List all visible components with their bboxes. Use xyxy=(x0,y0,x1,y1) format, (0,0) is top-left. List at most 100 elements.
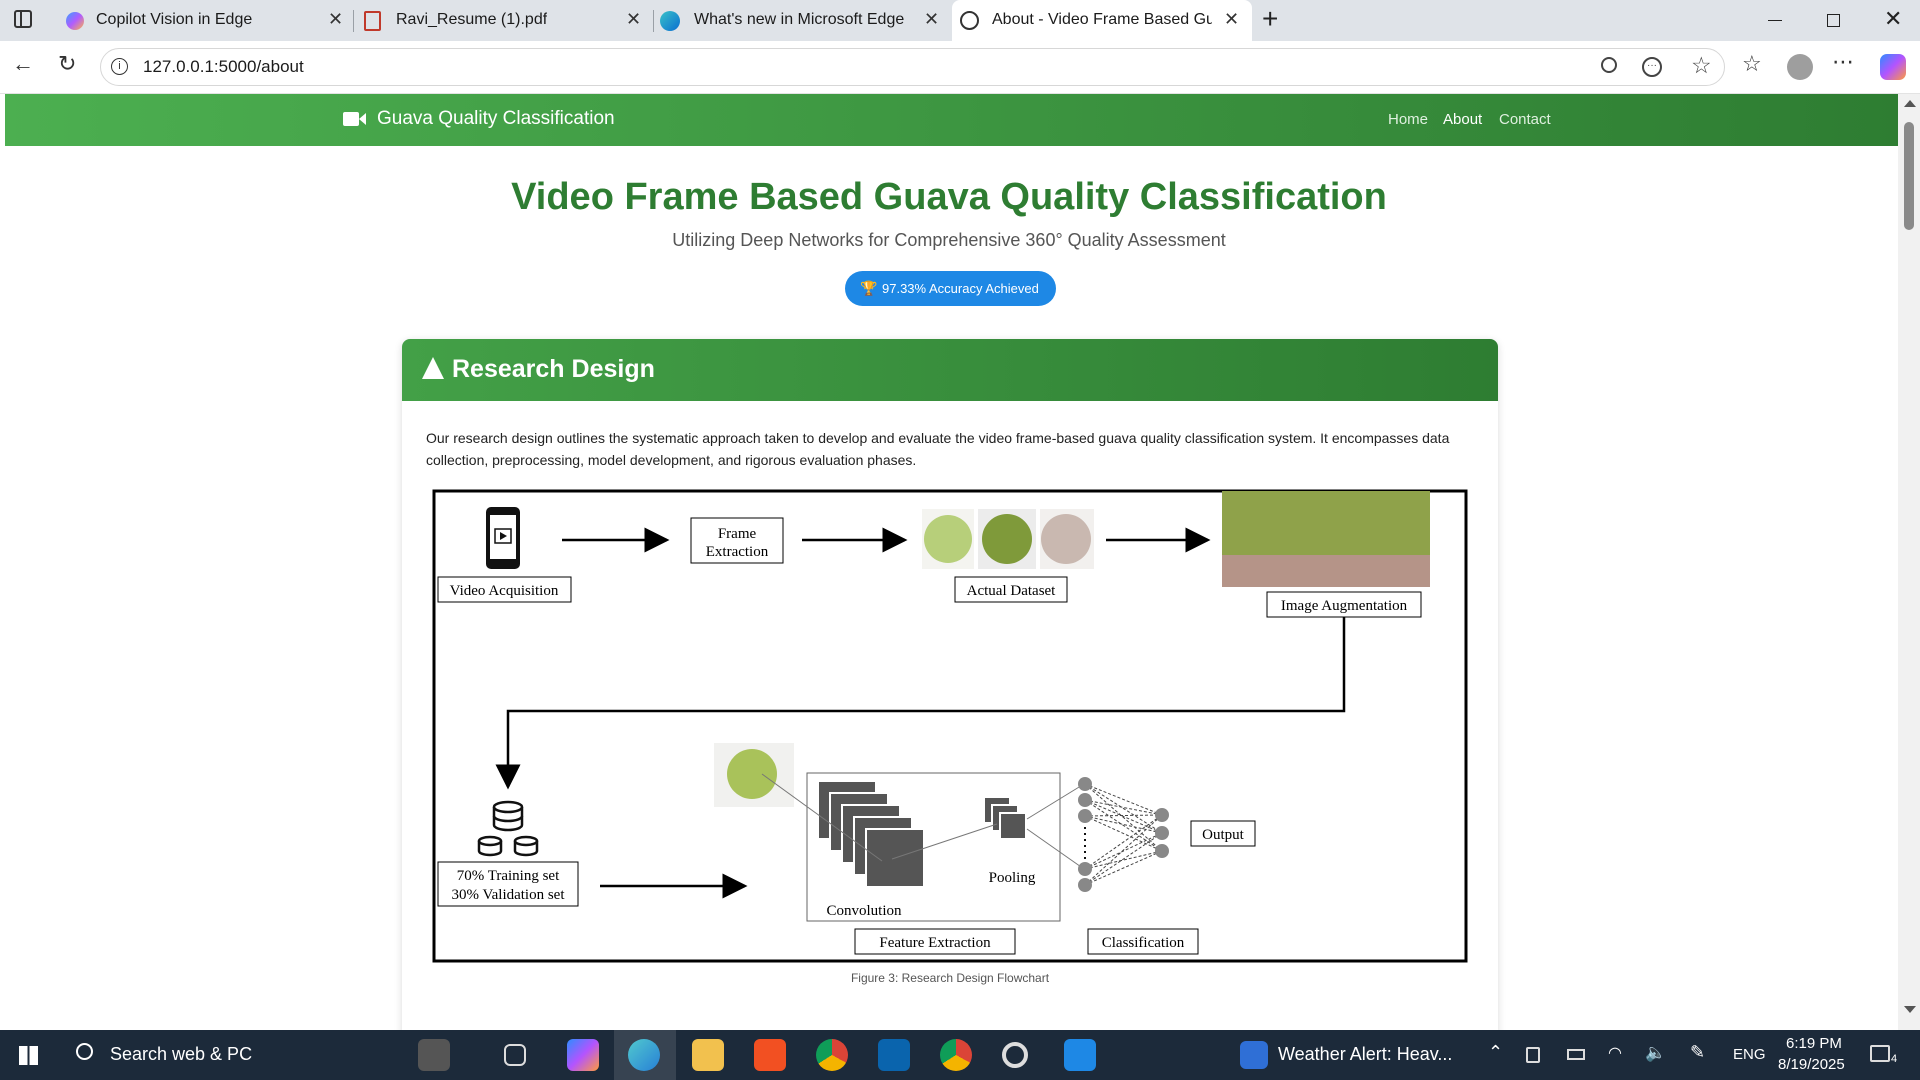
clock-time[interactable]: 6:19 PM xyxy=(1786,1035,1842,1052)
task-view-icon[interactable] xyxy=(504,1044,526,1066)
chevron-up-icon[interactable]: ⌃ xyxy=(1488,1042,1503,1063)
camera-app-icon[interactable] xyxy=(418,1039,450,1071)
address-bar[interactable]: i 127.0.0.1:5000/about ··· ☆ xyxy=(100,48,1725,86)
frame-extraction-label: Frame xyxy=(718,526,757,542)
nav-about[interactable]: About xyxy=(1443,111,1482,128)
more-menu-icon[interactable]: ⋯ xyxy=(1832,49,1854,75)
augmented-images-grid xyxy=(1222,491,1430,587)
zoom-out-icon[interactable] xyxy=(1601,57,1617,73)
refresh-icon[interactable]: ↻ xyxy=(58,51,76,77)
minimize-icon[interactable] xyxy=(1768,20,1782,21)
actual-dataset-label: Actual Dataset xyxy=(967,583,1057,599)
tab-title: What's new in Microsoft Edge xyxy=(694,11,905,28)
page-content: Guava Quality Classification Home About … xyxy=(0,94,1898,1030)
chrome-profile-icon[interactable] xyxy=(940,1039,972,1071)
pen-icon[interactable]: ✎ xyxy=(1690,1042,1705,1063)
validation-set-label: 30% Validation set xyxy=(451,887,565,903)
favorite-star-icon[interactable]: ☆ xyxy=(1691,52,1712,79)
taskbar-search[interactable]: Search web & PC xyxy=(110,1044,252,1065)
profile-avatar[interactable] xyxy=(1787,54,1813,80)
restore-icon[interactable] xyxy=(1827,14,1840,27)
frame-extraction-label: Extraction xyxy=(706,544,769,560)
close-icon[interactable]: ✕ xyxy=(1224,9,1239,30)
input-guava xyxy=(727,749,777,799)
flask-icon xyxy=(422,357,444,379)
back-icon[interactable]: ← xyxy=(12,51,34,77)
video-camera-lens-icon xyxy=(359,113,366,125)
settings-gear-icon[interactable] xyxy=(1002,1042,1028,1068)
video-camera-icon xyxy=(343,112,359,126)
search-icon[interactable] xyxy=(76,1043,93,1060)
feature-extraction-label: Feature Extraction xyxy=(879,935,991,951)
copilot-app-icon[interactable] xyxy=(567,1039,599,1071)
image-augmentation-label: Image Augmentation xyxy=(1281,598,1408,614)
browser-toolbar: ← ↻ i 127.0.0.1:5000/about ··· ☆ ☆ ⋯ xyxy=(0,41,1920,94)
new-tab-button[interactable]: + xyxy=(1262,3,1278,35)
scroll-thumb[interactable] xyxy=(1904,122,1914,230)
notification-icon[interactable] xyxy=(1870,1045,1890,1062)
clock-date[interactable]: 8/19/2025 xyxy=(1778,1056,1845,1073)
notification-count: 4 xyxy=(1891,1053,1898,1065)
volume-icon[interactable]: 🔈 xyxy=(1645,1043,1666,1063)
research-design-card: Research Design Our research design outl… xyxy=(402,339,1498,1030)
weather-icon[interactable] xyxy=(1240,1041,1268,1069)
section-title: Research Design xyxy=(452,355,655,383)
card-header: Research Design xyxy=(402,339,1498,401)
site-info-icon[interactable]: i xyxy=(111,58,128,75)
battery-icon[interactable] xyxy=(1567,1049,1585,1060)
page-scrollbar[interactable] xyxy=(1898,94,1920,1030)
outlook-app-icon[interactable] xyxy=(878,1039,910,1071)
language-indicator[interactable]: ENG xyxy=(1733,1046,1766,1063)
trophy-icon: 🏆 xyxy=(860,280,878,296)
page-title: Video Frame Based Guava Quality Classifi… xyxy=(511,176,1387,218)
file-explorer-icon[interactable] xyxy=(692,1039,724,1071)
brand-link[interactable]: Guava Quality Classification xyxy=(377,108,615,130)
chrome-app-icon[interactable] xyxy=(816,1039,848,1071)
tab-divider xyxy=(653,10,654,32)
tab-about-active[interactable]: About - Video Frame Based Guav ✕ xyxy=(952,0,1252,41)
accuracy-badge: 🏆 97.33% Accuracy Achieved xyxy=(845,271,1056,306)
convolution-label: Convolution xyxy=(826,903,902,919)
smartphone-icon xyxy=(486,507,520,569)
url-text[interactable]: 127.0.0.1:5000/about xyxy=(143,57,304,77)
pdf-icon xyxy=(364,11,381,31)
vscode-app-icon[interactable] xyxy=(1064,1039,1096,1071)
windows-start-icon[interactable] xyxy=(19,1046,38,1065)
section-description: Our research design outlines the systema… xyxy=(426,430,1450,468)
close-icon[interactable]: ✕ xyxy=(626,9,641,30)
copilot-icon xyxy=(66,12,84,30)
copilot-icon[interactable] xyxy=(1880,54,1906,80)
tab-strip: Copilot Vision in Edge ✕ Ravi_Resume (1)… xyxy=(0,0,1920,41)
close-icon[interactable]: ✕ xyxy=(328,9,343,30)
page-subtitle: Utilizing Deep Networks for Comprehensiv… xyxy=(672,230,1226,250)
tab-title: Copilot Vision in Edge xyxy=(96,11,253,28)
classification-label: Classification xyxy=(1102,935,1185,951)
store-app-icon[interactable] xyxy=(754,1039,786,1071)
nav-contact[interactable]: Contact xyxy=(1499,111,1551,128)
scroll-down-icon[interactable] xyxy=(1904,1006,1916,1013)
favorites-icon[interactable]: ☆ xyxy=(1742,51,1762,77)
tab-title: About - Video Frame Based Guav xyxy=(992,11,1212,28)
figure-caption: Figure 3: Research Design Flowchart xyxy=(850,971,1050,985)
tab-whats-new-edge[interactable]: What's new in Microsoft Edge ✕ xyxy=(656,0,952,41)
training-set-label: 70% Training set xyxy=(457,868,560,884)
tab-title: Ravi_Resume (1).pdf xyxy=(396,11,548,28)
badge-text: 97.33% Accuracy Achieved xyxy=(882,281,1039,296)
weather-alert[interactable]: Weather Alert: Heav... xyxy=(1278,1044,1452,1065)
nav-home[interactable]: Home xyxy=(1388,111,1428,128)
pooling-label: Pooling xyxy=(989,870,1036,886)
scroll-up-icon[interactable] xyxy=(1904,100,1916,107)
tab-divider xyxy=(353,10,354,32)
meet-now-icon[interactable] xyxy=(1526,1047,1540,1063)
tab-resume-pdf[interactable]: Ravi_Resume (1).pdf ✕ xyxy=(356,0,652,41)
video-acquisition-label: Video Acquisition xyxy=(450,583,559,599)
tab-actions-icon[interactable] xyxy=(14,10,32,28)
close-icon[interactable]: ✕ xyxy=(924,9,939,30)
read-aloud-icon[interactable]: ··· xyxy=(1642,57,1662,77)
research-flowchart: Video Acquisition Frame Extraction Actua… xyxy=(432,489,1468,963)
close-window-icon[interactable]: ✕ xyxy=(1884,6,1902,32)
globe-icon xyxy=(960,11,979,30)
edge-icon xyxy=(660,11,680,31)
tab-copilot-vision[interactable]: Copilot Vision in Edge ✕ xyxy=(56,0,352,41)
wifi-icon[interactable]: ◠ xyxy=(1608,1043,1622,1063)
